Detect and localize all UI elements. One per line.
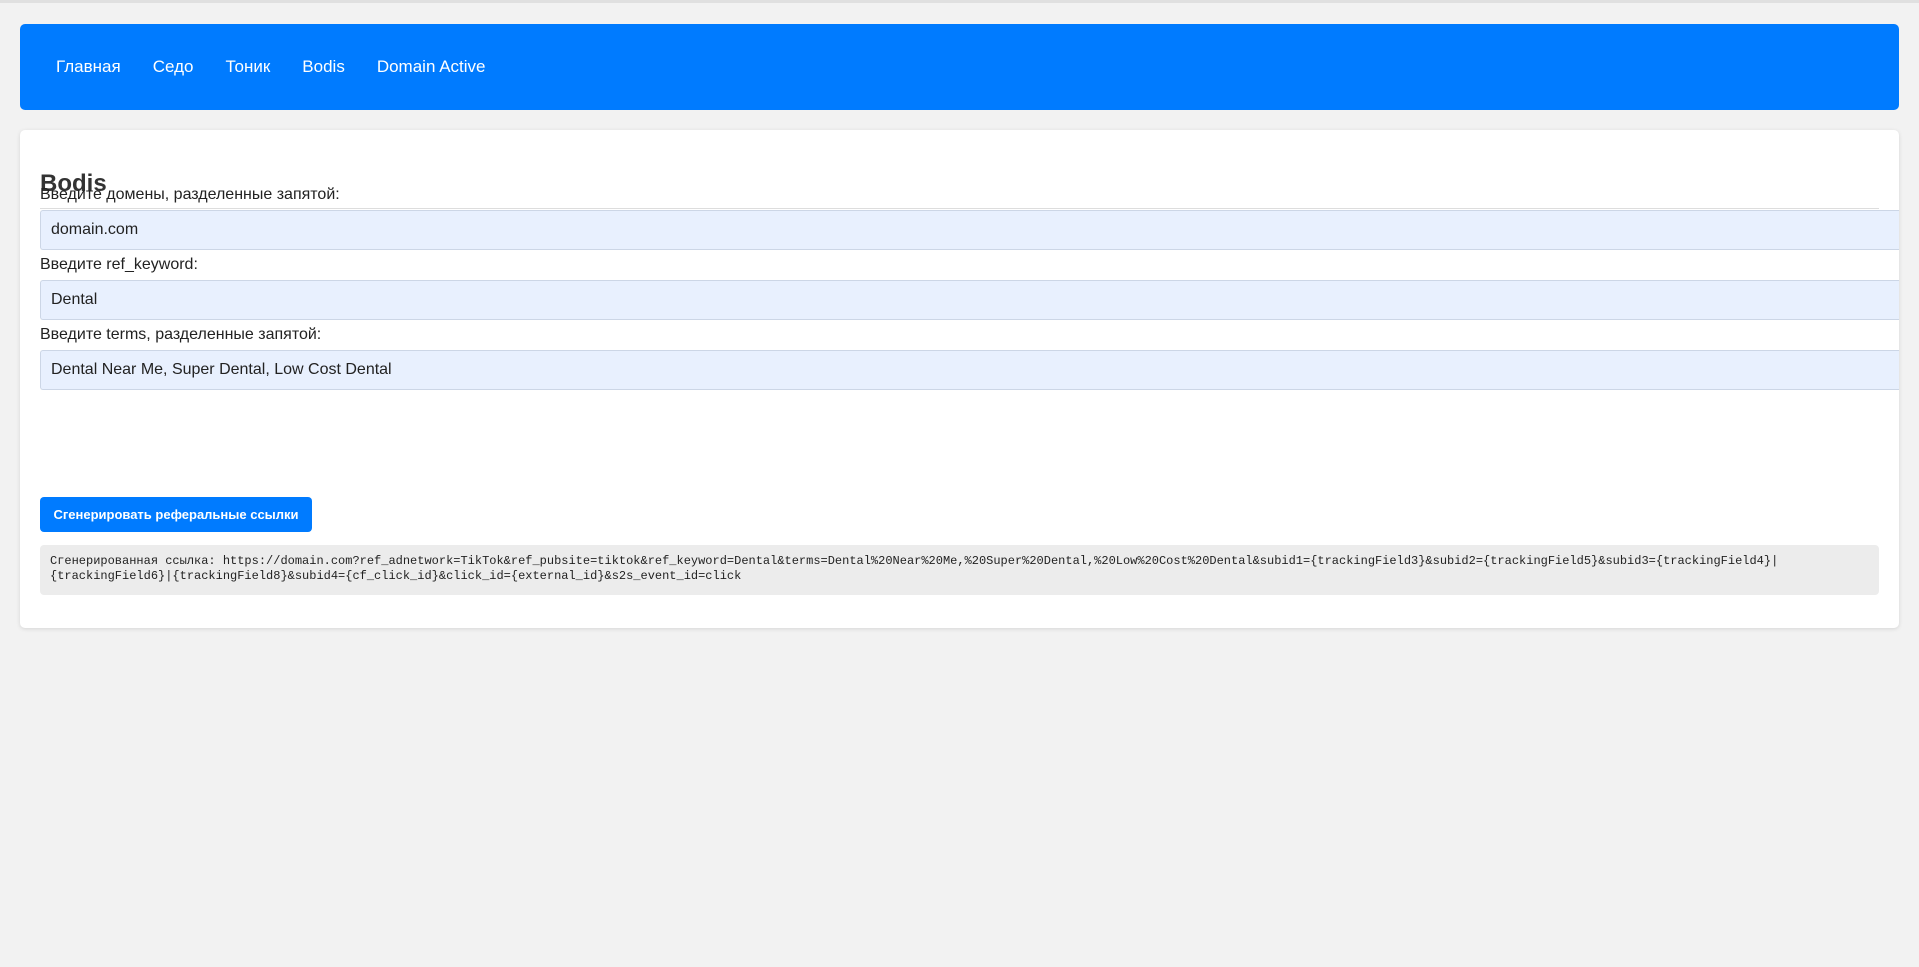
nav-link-home[interactable]: Главная: [56, 57, 121, 77]
terms-label: Введите terms, разделенные запятой:: [40, 326, 322, 343]
ref-keyword-input[interactable]: [40, 280, 1899, 320]
bodis-form-card: Bodis Введите домены, разделенные запято…: [20, 130, 1899, 628]
ref-keyword-label: Введите ref_keyword:: [40, 256, 198, 273]
nav-link-bodis[interactable]: Bodis: [302, 57, 345, 77]
top-navbar: Главная Седо Тоник Bodis Domain Active: [20, 24, 1899, 110]
domains-label: Введите домены, разделенные запятой:: [40, 186, 340, 203]
window-top-border: [0, 0, 1919, 3]
nav-link-tonic[interactable]: Тоник: [225, 57, 270, 77]
title-divider: [40, 208, 1879, 209]
domains-input[interactable]: [40, 210, 1899, 250]
generate-links-button[interactable]: Сгенерировать реферальные ссылки: [40, 497, 312, 532]
nav-link-domain-active[interactable]: Domain Active: [377, 57, 486, 77]
generated-link-output: Сгенерированная ссылка: https://domain.c…: [40, 545, 1879, 595]
nav-link-sedo[interactable]: Седо: [153, 57, 194, 77]
terms-input[interactable]: [40, 350, 1899, 390]
